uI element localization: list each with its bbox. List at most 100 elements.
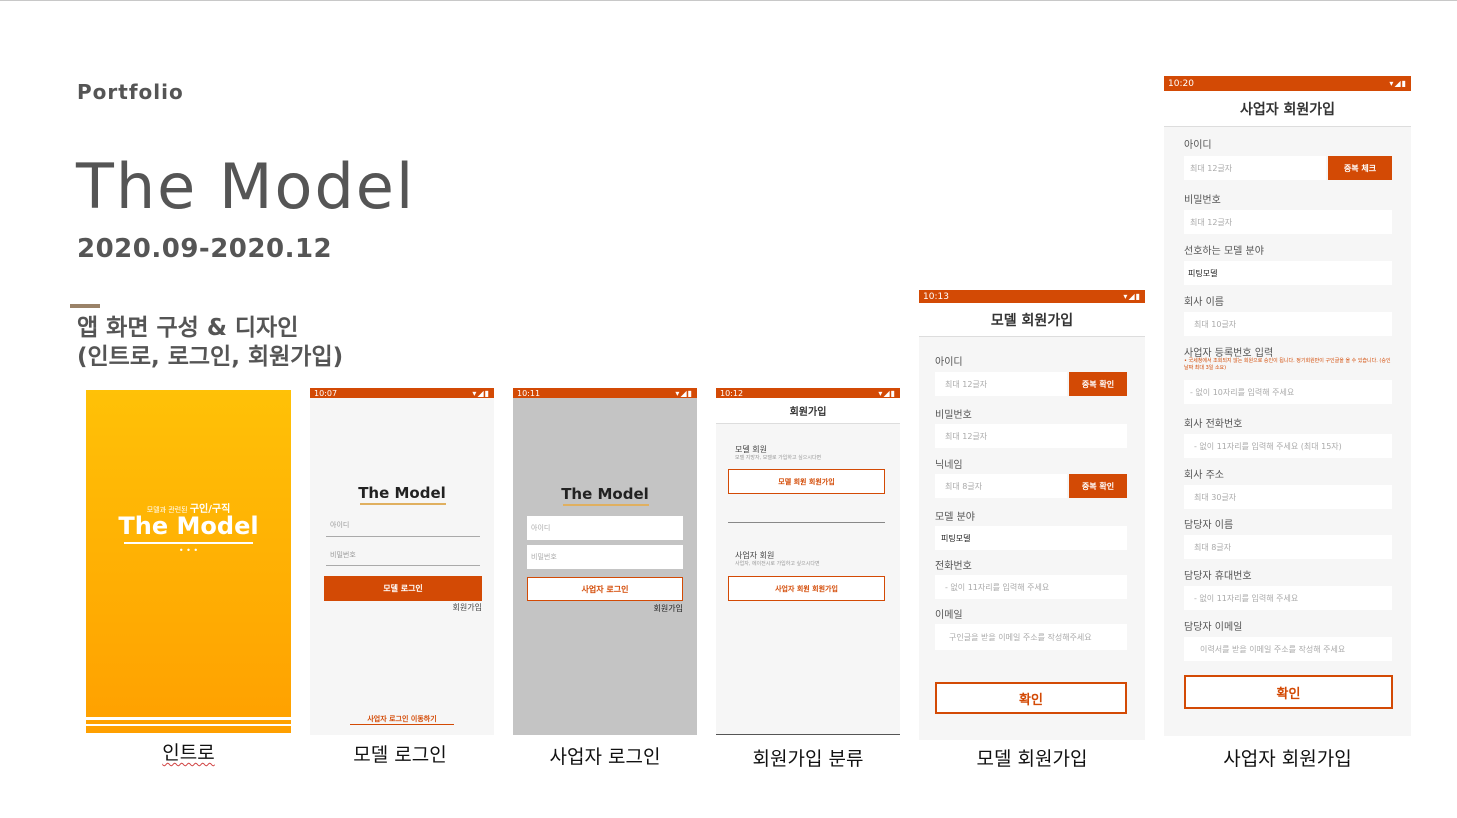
id-input[interactable]: 최대 12글자: [935, 372, 1067, 396]
intro-bottom-stripe: [86, 717, 291, 720]
confirm-button[interactable]: 확인: [935, 682, 1127, 714]
id-label: 아이디: [935, 357, 963, 368]
biz-login-button[interactable]: 사업자 로그인: [527, 577, 683, 601]
screen-bottom-line: [716, 734, 900, 735]
password-input[interactable]: 비밀번호: [330, 550, 356, 560]
status-bar: 10:13 ▾◢▮: [919, 290, 1145, 303]
caption-model-login: 모델 로그인: [353, 744, 447, 766]
signup-link[interactable]: 회원가입: [453, 602, 482, 613]
status-icons: ▾◢▮: [1389, 79, 1407, 88]
nickname-label: 닉네임: [935, 460, 963, 471]
signup-type-screen: 10:12 ▾◢▮ 회원가입 모델 회원 모델 지망자, 모델로 가입하고 싶으…: [716, 388, 900, 735]
confirm-button[interactable]: 확인: [1184, 675, 1393, 709]
project-title: The Model: [76, 150, 416, 223]
subtitle-line-2-text: (인트로, 로그인, 회원가입): [77, 344, 344, 370]
caption-signup-type: 회원가입 분류: [752, 748, 864, 770]
caption-model-signup: 모델 회원가입: [976, 748, 1088, 770]
manager-email-input[interactable]: 이력서를 받을 이메일 주소를 작성해 주세요: [1184, 637, 1392, 661]
password-label: 비밀번호: [935, 410, 972, 421]
model-signup-button[interactable]: 모델 회원 회원가입: [728, 469, 885, 494]
status-bar: 10:07 ▾◢▮: [310, 388, 494, 398]
company-tel-label: 회사 전화번호: [1184, 419, 1243, 430]
manager-name-input[interactable]: 최대 8글자: [1184, 535, 1392, 559]
intro-logo: The Model: [118, 512, 259, 540]
caption-intro: 인트로: [86, 738, 291, 765]
screen-header: 모델 회원가입: [919, 303, 1145, 337]
status-time: 10:07: [314, 388, 338, 398]
password-input-underline: [326, 565, 480, 566]
caption-intro-text: 인트로: [162, 742, 215, 764]
section-divider: [728, 522, 885, 523]
company-input[interactable]: 최대 10글자: [1184, 312, 1392, 336]
id-input[interactable]: 아이디: [527, 516, 683, 540]
company-label: 회사 이름: [1184, 297, 1224, 308]
regno-input[interactable]: - 없이 10자리를 입력해 주세요: [1184, 380, 1392, 404]
app-logo: The Model: [358, 484, 446, 502]
switch-link-underline: [350, 724, 454, 725]
nickname-dup-check-button[interactable]: 중복 확인: [1069, 474, 1127, 498]
status-bar: 10:11 ▾◢▮: [513, 388, 697, 398]
id-dup-check-button[interactable]: 중복 확인: [1069, 372, 1127, 396]
screen-header: 회원가입: [716, 398, 900, 424]
id-input[interactable]: 아이디: [330, 520, 349, 530]
subtitle-line-2: (인트로, 로그인, 회원가입): [77, 343, 343, 372]
intro-dots: • • •: [178, 546, 199, 555]
manager-mobile-label: 담당자 휴대번호: [1184, 571, 1252, 582]
intro-logo-underline: [124, 542, 253, 544]
status-bar: 10:12 ▾◢▮: [716, 388, 900, 398]
model-member-desc: 모델 지망자, 모델로 가입하고 싶으시다면: [735, 455, 822, 461]
status-time: 10:20: [1168, 78, 1194, 89]
app-logo-underline: [563, 504, 649, 506]
biz-login-screen: 10:11 ▾◢▮ The Model 아이디 비밀번호 사업자 로그인 회원가…: [513, 388, 697, 735]
status-icons: ▾◢▮: [878, 388, 896, 398]
status-icons: ▾◢▮: [472, 388, 490, 398]
switch-to-biz-login-link[interactable]: 사업자 로그인 이동하기: [310, 714, 494, 724]
top-divider: [0, 0, 1457, 1]
biz-signup-button[interactable]: 사업자 회원 회원가입: [728, 576, 885, 601]
password-input[interactable]: 비밀번호: [527, 545, 683, 569]
app-logo-underline: [360, 503, 446, 505]
subtitle-line-1: 앱 화면 구성 & 디자인: [77, 315, 299, 341]
manager-mobile-input[interactable]: - 없이 11자리를 입력해 주세요: [1184, 586, 1392, 610]
password-input[interactable]: 최대 12글자: [935, 424, 1127, 448]
model-signup-screen: 10:13 ▾◢▮ 모델 회원가입 아이디 최대 12글자 중복 확인 비밀번호…: [919, 290, 1145, 740]
model-field-label: 모델 분야: [935, 512, 975, 523]
status-time: 10:12: [720, 388, 744, 398]
company-address-label: 회사 주소: [1184, 470, 1224, 481]
email-input[interactable]: 구인글을 받을 이메일 주소를 작성해주세요: [935, 624, 1127, 650]
screen-header: 사업자 회원가입: [1164, 91, 1411, 127]
regno-note: • 국세청에서 조회되지 않는 회원으로 승인이 됩니다. 정기회원만이 구인글…: [1184, 358, 1391, 371]
id-dup-check-button[interactable]: 중복 체크: [1328, 156, 1392, 180]
project-date: 2020.09-2020.12: [77, 234, 333, 264]
caption-biz-signup: 사업자 회원가입: [1223, 748, 1352, 770]
model-login-button[interactable]: 모델 로그인: [324, 576, 482, 601]
preferred-field-select[interactable]: 피팅모델: [1184, 261, 1392, 285]
company-address-input[interactable]: 최대 30글자: [1184, 485, 1392, 509]
caption-biz-login: 사업자 로그인: [549, 746, 661, 768]
biz-member-desc: 사업자, 에이전시로 가입하고 싶으시다면: [735, 561, 820, 567]
status-time: 10:11: [517, 388, 541, 398]
phone-input[interactable]: - 없이 11자리를 입력해 주세요: [935, 575, 1127, 599]
id-input[interactable]: 최대 12글자: [1184, 156, 1326, 180]
manager-email-label: 담당자 이메일: [1184, 622, 1243, 633]
intro-screen: 모델과 관련된 구인/구직 The Model • • •: [86, 390, 291, 733]
nickname-input[interactable]: 최대 8글자: [935, 474, 1067, 498]
accent-bar: [70, 304, 100, 308]
model-login-screen: 10:07 ▾◢▮ The Model 아이디 비밀번호 모델 로그인 회원가입…: [310, 388, 494, 735]
regno-label: 사업자 등록번호 입력: [1184, 348, 1274, 359]
id-label: 아이디: [1184, 140, 1212, 151]
password-input[interactable]: 최대 12글자: [1184, 210, 1392, 234]
model-field-select[interactable]: 피팅모델: [935, 526, 1127, 550]
section-subtitle: 앱 화면 구성 & 디자인 (인트로, 로그인, 회원가입): [77, 314, 343, 372]
preferred-field-label: 선호하는 모델 분야: [1184, 246, 1264, 257]
portfolio-label: Portfolio: [77, 80, 184, 104]
status-icons: ▾◢▮: [1123, 292, 1141, 301]
email-label: 이메일: [935, 610, 963, 621]
app-logo: The Model: [561, 485, 649, 503]
intro-bottom-stripe-2: [86, 724, 291, 726]
status-bar: 10:20 ▾◢▮: [1164, 76, 1411, 91]
biz-signup-screen: 10:20 ▾◢▮ 사업자 회원가입 아이디 최대 12글자 중복 체크 비밀번…: [1164, 76, 1411, 736]
company-tel-input[interactable]: - 없이 11자리를 입력해 주세요 (최대 15자): [1184, 434, 1392, 458]
manager-name-label: 담당자 이름: [1184, 520, 1234, 531]
signup-link[interactable]: 회원가입: [654, 603, 683, 614]
